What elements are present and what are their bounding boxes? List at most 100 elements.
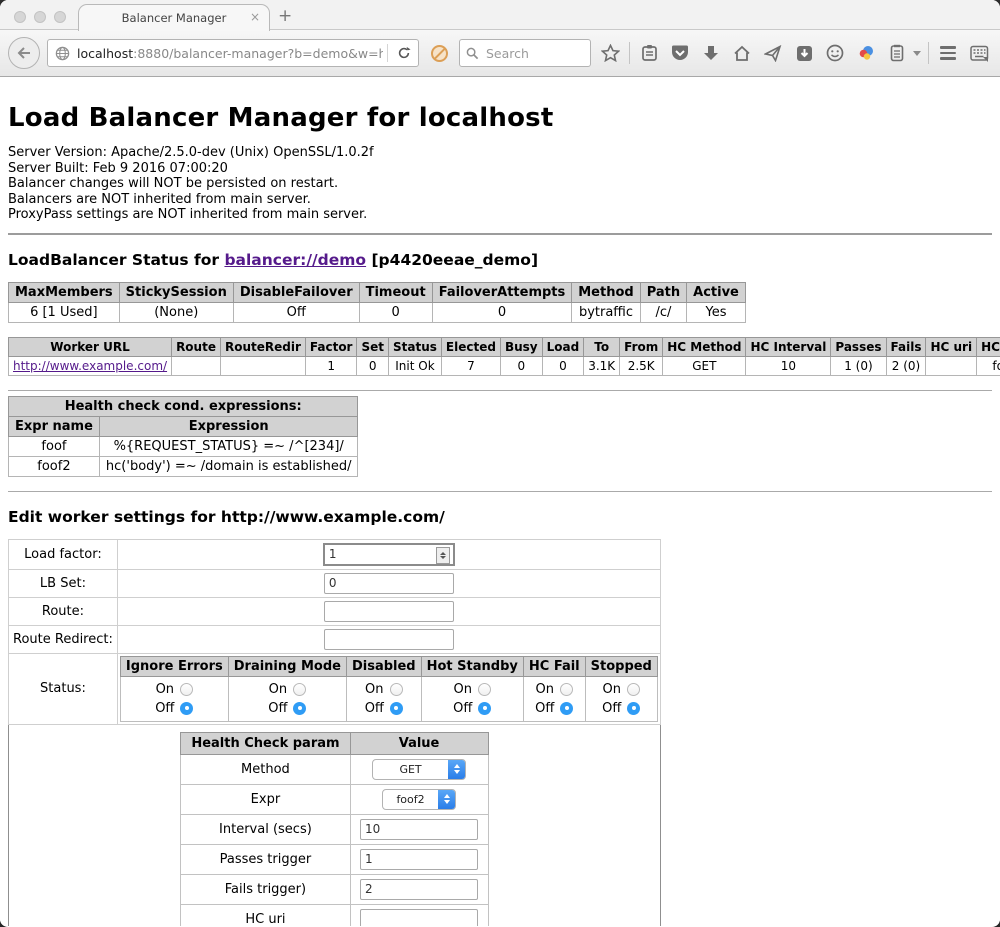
hc-method-label: Method [181,754,350,784]
disabled-radios: On Off [346,676,421,721]
worker-status-table: Worker URL Route RouteRedir Factor Set S… [8,337,1000,376]
route-redirect-input[interactable] [324,629,454,650]
sidebar-list-icon[interactable] [885,38,909,68]
tab-close-icon[interactable]: × [250,10,260,24]
server-version-line: Server Version: Apache/2.5.0-dev (Unix) … [8,145,992,161]
reload-button[interactable] [390,46,418,60]
bookmark-star-icon[interactable] [598,38,622,68]
hc-fails-label: Fails trigger) [181,874,350,904]
tab-balancer-manager[interactable]: Balancer Manager × [78,4,270,31]
hc-passes-label: Passes trigger [181,844,350,874]
window-controls[interactable] [14,11,66,23]
draining-mode-on-radio[interactable] [293,683,306,696]
forum-smiley-icon[interactable] [823,38,847,68]
url-path: :8880/balancer-manager?b=demo&w=http://w… [133,46,383,61]
route-input[interactable] [324,601,454,622]
balancers-notice: Balancers are NOT inherited from main se… [8,192,992,208]
hc-expr-select[interactable]: foof2 [382,789,456,810]
page-title: Load Balancer Manager for localhost [8,103,992,133]
new-tab-button[interactable]: + [278,6,292,26]
lb-set-input[interactable] [324,573,454,594]
hc-uri-label: HC uri [181,904,350,926]
hc-expr-label: Expr [181,784,350,814]
hc-method-select[interactable]: GET [372,759,466,780]
browser-window: Balancer Manager × + localhost:8880/bala… [0,0,1000,927]
expr-row: foof2 hc('body') =~ /domain is establish… [9,456,358,476]
select-chevrons-icon [438,790,455,809]
hc-interval-label: Interval (secs) [181,814,350,844]
proxypass-notice: ProxyPass settings are NOT inherited fro… [8,207,992,223]
url-bar[interactable]: localhost:8880/balancer-manager?b=demo&w… [47,39,419,67]
draining-mode-off-radio[interactable] [293,702,306,715]
expr-table-title: Health check cond. expressions: [9,396,358,416]
back-button[interactable] [8,37,40,69]
home-icon[interactable] [730,38,754,68]
hc-interval-input[interactable] [360,819,478,840]
divider [8,390,992,391]
balancer-status-heading: LoadBalancer Status for balancer://demo … [8,251,992,269]
disabled-off-radio[interactable] [390,702,403,715]
worker-row: http://www.example.com/ 1 0 Init Ok 7 0 … [9,356,1000,375]
divider [8,233,992,235]
tab-bar: Balancer Manager × + [0,0,1000,30]
edit-worker-form: Load factor: LB Set: Route: Route Redire… [8,539,661,927]
maximize-window-button[interactable] [54,11,66,23]
hot-standby-off-radio[interactable] [478,702,491,715]
stopped-radios: On Off [585,676,657,721]
save-page-icon[interactable] [792,38,816,68]
persist-notice: Balancer changes will NOT be persisted o… [8,176,992,192]
minimize-window-button[interactable] [34,11,46,23]
pocket-icon[interactable] [668,38,692,68]
load-factor-label: Load factor: [9,539,118,569]
tab-title: Balancer Manager [122,11,227,25]
health-check-param-table: Health Check param Value Method GET [180,732,488,927]
navigation-toolbar: localhost:8880/balancer-manager?b=demo&w… [0,30,1000,77]
health-expressions-table: Health check cond. expressions: Expr nam… [8,396,358,477]
hc-fail-radios: On Off [523,676,585,721]
menu-hamburger-icon[interactable] [936,38,960,68]
downloads-icon[interactable] [699,38,723,68]
send-tab-icon[interactable] [761,38,785,68]
dropdown-caret-icon[interactable] [913,51,921,56]
select-chevrons-icon [448,760,465,779]
content-blocker-icon[interactable] [426,40,452,66]
edit-worker-heading: Edit worker settings for http://www.exam… [8,508,992,526]
search-box[interactable] [459,39,591,67]
site-identity-globe-icon[interactable] [55,46,70,61]
url-text[interactable]: localhost:8880/balancer-manager?b=demo&w… [77,46,383,61]
number-stepper[interactable] [436,547,450,564]
hc-uri-input[interactable] [360,909,478,927]
hc-fail-on-radio[interactable] [560,683,573,696]
close-window-button[interactable] [14,11,26,23]
hc-passes-input[interactable] [360,849,478,870]
route-label: Route: [9,597,118,625]
bookmarks-clipboard-icon[interactable] [637,38,661,68]
search-icon [466,47,479,60]
status-options-table: Ignore Errors Draining Mode Disabled Hot… [120,656,658,722]
server-info: Server Version: Apache/2.5.0-dev (Unix) … [8,145,992,223]
hc-fail-off-radio[interactable] [560,702,573,715]
hot-standby-on-radio[interactable] [478,683,491,696]
worker-url-link[interactable]: http://www.example.com/ [13,359,167,373]
ignore-errors-radios: On Off [120,676,228,721]
expr-row: foof %{REQUEST_STATUS} =~ /^[234]/ [9,436,358,456]
divider [8,491,992,492]
balancer-summary-table: MaxMembers StickySession DisableFailover… [8,282,746,323]
ignore-errors-off-radio[interactable] [180,702,193,715]
stopped-on-radio[interactable] [627,683,640,696]
keyboard-grid-icon[interactable] [967,38,991,68]
hot-standby-radios: On Off [421,676,523,721]
stopped-off-radio[interactable] [627,702,640,715]
draining-mode-radios: On Off [228,676,346,721]
search-input[interactable] [484,45,578,62]
ignore-errors-on-radio[interactable] [180,683,193,696]
lb-set-label: LB Set: [9,569,118,597]
balancer-summary-row: 6 [1 Used] (None) Off 0 0 bytraffic /c/ … [9,302,746,322]
hc-fails-input[interactable] [360,879,478,900]
color-palette-icon[interactable] [854,38,878,68]
status-label: Status: [9,653,118,724]
server-built-line: Server Built: Feb 9 2016 07:00:20 [8,161,992,177]
route-redirect-label: Route Redirect: [9,625,118,653]
balancer-demo-link[interactable]: balancer://demo [224,251,366,269]
disabled-on-radio[interactable] [390,683,403,696]
